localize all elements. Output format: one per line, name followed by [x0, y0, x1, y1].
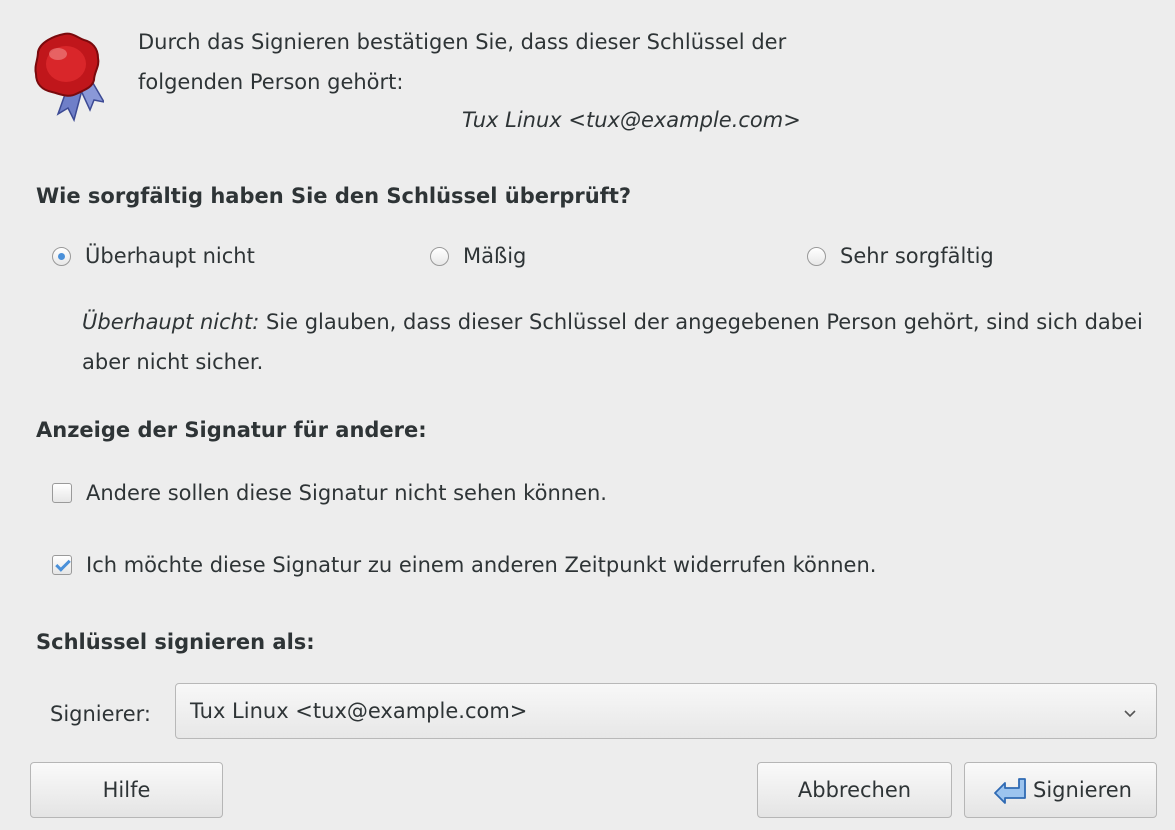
verification-radio-group: Überhaupt nicht Mäßig Sehr sorgfältig: [52, 244, 1102, 284]
intro-text: Durch das Signieren bestätigen Sie, dass…: [138, 30, 787, 94]
help-button[interactable]: Hilfe: [30, 762, 223, 818]
radio-label: Mäßig: [463, 244, 527, 268]
signer-combobox[interactable]: Tux Linux <tux@example.com>: [175, 683, 1157, 739]
person-identity: Tux Linux <tux@example.com>: [462, 108, 801, 132]
radio-indicator[interactable]: [807, 246, 826, 266]
sign-key-icon: [989, 775, 1029, 805]
radio-moderate[interactable]: Mäßig: [430, 244, 526, 268]
checkbox-label: Andere sollen diese Signatur nicht sehen…: [86, 481, 607, 505]
signer-label: Signierer:: [50, 702, 151, 726]
checkbox-indicator[interactable]: [52, 555, 72, 575]
signing-heading: Schlüssel signieren als:: [36, 630, 315, 654]
sign-button[interactable]: Signieren: [964, 762, 1157, 818]
help-button-label: Hilfe: [102, 778, 151, 802]
sign-button-label: Signieren: [1033, 778, 1132, 802]
radio-not-at-all[interactable]: Überhaupt nicht: [52, 244, 255, 268]
chevron-down-icon: [1122, 702, 1138, 726]
radio-indicator[interactable]: [52, 246, 71, 266]
cancel-button-label: Abbrechen: [797, 778, 912, 802]
radio-label: Sehr sorgfältig: [840, 244, 994, 268]
verification-description: Überhaupt nicht: Sie glauben, dass diese…: [82, 302, 1162, 382]
checkbox-revocable[interactable]: Ich möchte diese Signatur zu einem ander…: [52, 553, 876, 577]
checkbox-indicator[interactable]: [52, 483, 72, 503]
radio-very-careful[interactable]: Sehr sorgfältig: [807, 244, 994, 268]
seal-icon: [28, 30, 106, 126]
signer-value: Tux Linux <tux@example.com>: [190, 699, 528, 723]
cancel-button[interactable]: Abbrechen: [757, 762, 952, 818]
checkbox-hide-signature[interactable]: Andere sollen diese Signatur nicht sehen…: [52, 481, 607, 505]
display-heading: Anzeige der Signatur für andere:: [36, 418, 427, 442]
radio-indicator[interactable]: [430, 246, 449, 266]
description-label: Überhaupt nicht:: [82, 310, 260, 334]
verification-heading: Wie sorgfältig haben Sie den Schlüssel ü…: [36, 184, 632, 208]
radio-label: Überhaupt nicht: [85, 244, 255, 268]
checkbox-label: Ich möchte diese Signatur zu einem ander…: [86, 553, 877, 577]
